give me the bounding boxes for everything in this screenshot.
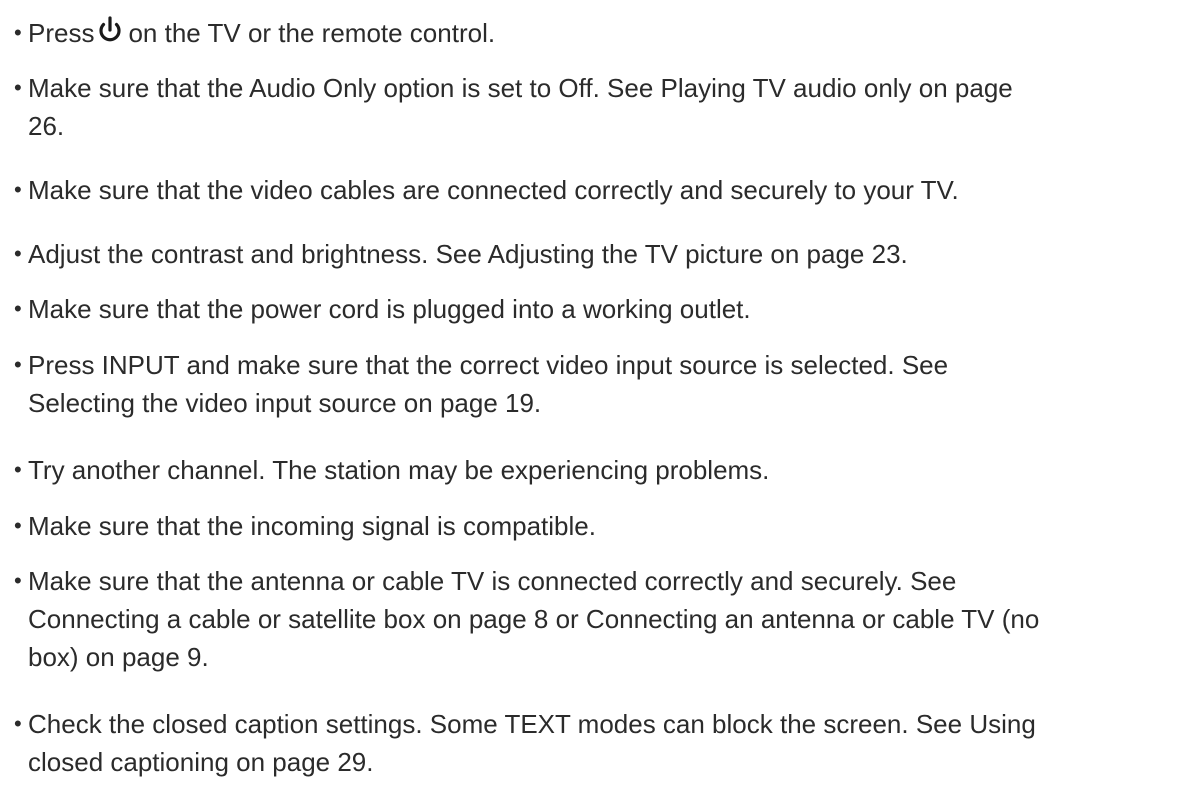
- item-line: Make sure that the Audio Only option is …: [28, 73, 1013, 103]
- bullet: •: [14, 711, 22, 736]
- bullet: •: [14, 457, 22, 482]
- item-line: box) on page 9.: [28, 642, 209, 672]
- bullet: •: [14, 241, 22, 266]
- list-item-incoming-signal: • Make sure that the incoming signal is c…: [14, 507, 1174, 545]
- item-text-before-icon: Press: [28, 18, 95, 48]
- list-item-press-power: • Press on the TV or the remote control.: [14, 14, 1174, 52]
- bullet: •: [14, 20, 22, 45]
- power-icon: [96, 15, 124, 45]
- item-line: Adjust the contrast and brightness. See …: [28, 239, 908, 269]
- list-item-another-channel: • Try another channel. The station may be…: [14, 451, 1174, 489]
- list-item-audio-only: • Make sure that the Audio Only option is…: [14, 69, 1174, 145]
- bullet: •: [14, 296, 22, 321]
- item-text-after-icon: on the TV or the remote control.: [128, 18, 496, 48]
- item-line: Make sure that the video cables are conn…: [28, 175, 959, 205]
- bullet: •: [14, 352, 22, 377]
- item-line: Make sure that the incoming signal is co…: [28, 511, 596, 541]
- bullet: •: [14, 568, 22, 593]
- item-line: Make sure that the antenna or cable TV i…: [28, 566, 957, 596]
- list-item-antenna-cable: • Make sure that the antenna or cable TV …: [14, 562, 1174, 676]
- bullet: •: [14, 75, 22, 100]
- item-line: Try another channel. The station may be …: [28, 455, 770, 485]
- list-item-video-cables: • Make sure that the video cables are con…: [14, 171, 1174, 209]
- item-line: Check the closed caption settings. Some …: [28, 709, 1036, 739]
- item-line: closed captioning on page 29.: [28, 747, 374, 777]
- bullet: •: [14, 513, 22, 538]
- list-item-contrast-brightness: • Adjust the contrast and brightness. See…: [14, 235, 1174, 273]
- list-item-closed-caption: • Check the closed caption settings. Some…: [14, 705, 1174, 781]
- item-line: Connecting a cable or satellite box on p…: [28, 604, 1040, 634]
- item-line: Selecting the video input source on page…: [28, 388, 542, 418]
- list-item-power-cord: • Make sure that the power cord is plugge…: [14, 290, 1174, 328]
- item-line: Press INPUT and make sure that the corre…: [28, 350, 949, 380]
- item-line: Make sure that the power cord is plugged…: [28, 294, 751, 324]
- item-line: 26.: [28, 111, 65, 141]
- list-item-input-source: • Press INPUT and make sure that the corr…: [14, 346, 1174, 422]
- bullet: •: [14, 177, 22, 202]
